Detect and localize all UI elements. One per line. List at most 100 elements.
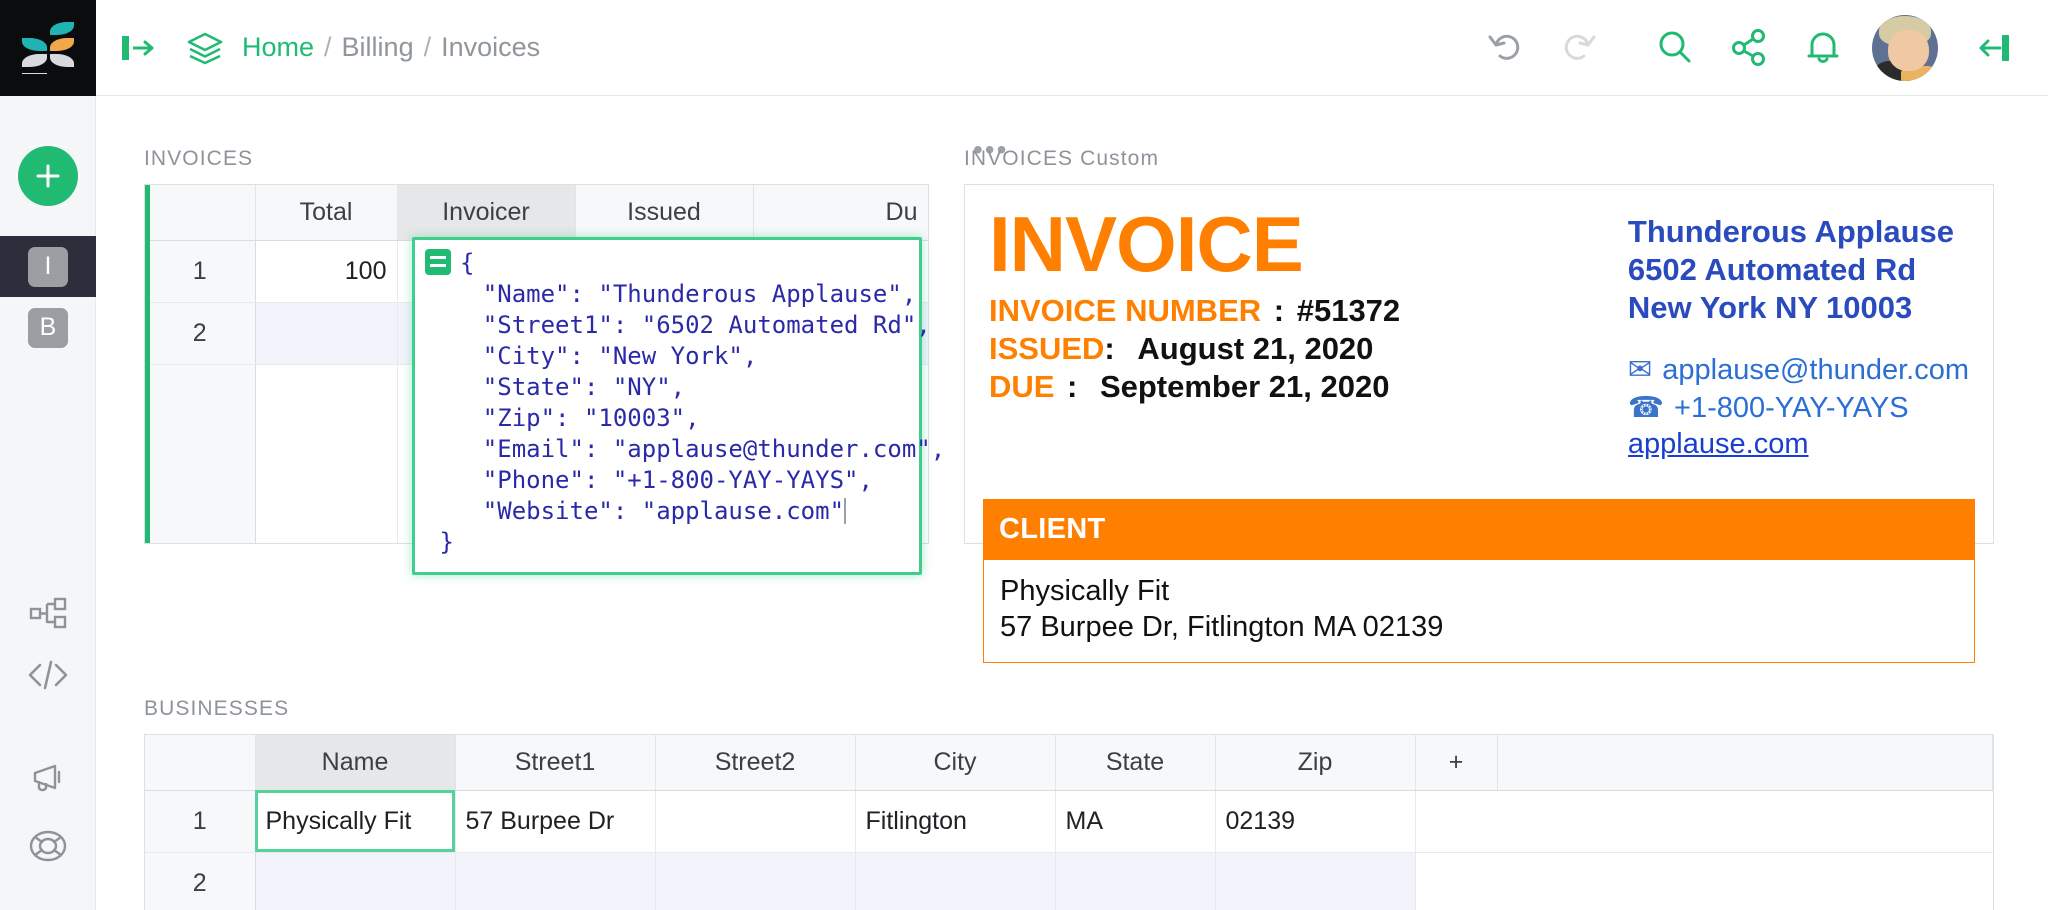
megaphone-icon[interactable]: [0, 761, 96, 795]
businesses-row-2-state[interactable]: [1055, 852, 1215, 910]
invoice-preview-card: INVOICE INVOICE NUMBER : #51372 ISSUED: …: [964, 184, 1994, 544]
invoice-issued-label: ISSUED: [989, 330, 1104, 368]
invoice-phone: +1-800-YAY-YAYS: [1674, 392, 1909, 424]
businesses-col-rownum[interactable]: [145, 735, 255, 790]
rail-item-invoices-label: I: [28, 247, 68, 287]
breadcrumb-separator-2: /: [424, 32, 432, 63]
invoice-website-line: applause.com: [1628, 428, 1969, 461]
businesses-col-state[interactable]: State: [1055, 735, 1215, 790]
collapse-left-icon[interactable]: [1956, 16, 2030, 80]
json-body[interactable]: "Name": "Thunderous Applause", "Street1"…: [425, 280, 945, 525]
top-bar: Home / Billing / Invoices: [0, 0, 2048, 96]
left-rail: I B: [0, 96, 96, 910]
add-button[interactable]: [18, 146, 78, 206]
text-caret: [844, 498, 846, 524]
businesses-row-2-city[interactable]: [855, 852, 1055, 910]
sign-in-icon[interactable]: [118, 28, 160, 68]
invoice-phone-line: ☎ +1-800-YAY-YAYS: [1628, 390, 1969, 428]
businesses-col-city[interactable]: City: [855, 735, 1055, 790]
invoices-row-1-total[interactable]: 100: [255, 240, 397, 302]
invoice-due-value: September 21, 2020: [1100, 369, 1390, 404]
invoice-due-label: DUE: [989, 368, 1067, 406]
invoice-business-street: 6502 Automated Rd: [1628, 251, 1969, 289]
businesses-row-1-zip[interactable]: 02139: [1215, 790, 1415, 852]
businesses-row-1-num: 1: [145, 790, 255, 852]
json-cell-editor[interactable]: { "Name": "Thunderous Applause", "Street…: [412, 237, 922, 575]
json-open-brace: {: [460, 249, 474, 277]
businesses-row-1-city[interactable]: Fitlington: [855, 790, 1055, 852]
invoice-email: applause@thunder.com: [1662, 354, 1969, 386]
invoices-col-issued[interactable]: Issued: [575, 185, 753, 240]
logo-leaf-grid: [22, 22, 74, 74]
redo-icon[interactable]: [1542, 16, 1616, 80]
businesses-row-1-add: [1415, 790, 1497, 852]
rail-item-invoices[interactable]: I: [0, 236, 96, 297]
app-logo[interactable]: [0, 0, 96, 96]
avatar[interactable]: [1872, 15, 1938, 81]
invoice-header: INVOICE INVOICE NUMBER : #51372 ISSUED: …: [965, 185, 1993, 461]
drag-handle-icon[interactable]: [425, 249, 451, 275]
businesses-grid[interactable]: Name Street1 Street2 City State Zip + 1 …: [144, 734, 1994, 910]
invoices-grid-accent: [145, 185, 150, 543]
businesses-col-spacer: [1497, 735, 1993, 790]
table-row[interactable]: 1 Physically Fit 57 Burpee Dr Fitlington…: [145, 790, 1993, 852]
panel-title-invoices-custom: INVOICES Custom: [964, 147, 1159, 171]
breadcrumb-billing[interactable]: Billing: [342, 32, 414, 63]
businesses-row-1-name[interactable]: Physically Fit: [255, 790, 455, 852]
invoices-row-1-num: 1: [145, 240, 255, 302]
invoice-due-line: DUE: September 21, 2020: [989, 368, 1628, 406]
breadcrumb-separator-1: /: [324, 32, 332, 63]
invoice-client-box: Physically Fit 57 Burpee Dr, Fitlington …: [983, 560, 1975, 663]
businesses-col-street1[interactable]: Street1: [455, 735, 655, 790]
invoice-due-colon: :: [1067, 369, 1077, 404]
businesses-row-2-add: [1415, 852, 1497, 910]
breadcrumb-home[interactable]: Home: [242, 32, 314, 63]
invoice-business-citystatezip: New York NY 10003: [1628, 289, 1969, 327]
businesses-col-zip[interactable]: Zip: [1215, 735, 1415, 790]
rail-item-businesses[interactable]: B: [0, 297, 96, 358]
layers-icon[interactable]: [182, 28, 228, 68]
invoice-header-right: Thunderous Applause 6502 Automated Rd Ne…: [1628, 207, 1969, 461]
invoice-number-colon: :: [1274, 293, 1284, 328]
invoice-issued-line: ISSUED: August 21, 2020: [989, 330, 1628, 368]
table-row[interactable]: 2: [145, 852, 1993, 910]
businesses-table: Name Street1 Street2 City State Zip + 1 …: [145, 735, 1993, 910]
businesses-row-1-street2[interactable]: [655, 790, 855, 852]
invoice-title: INVOICE: [989, 207, 1628, 282]
canvas: INVOICES ••• Total Invoicer Issued Du 1 …: [96, 96, 2048, 910]
businesses-row-2-spacer: [1497, 852, 1993, 910]
businesses-row-2-zip[interactable]: [1215, 852, 1415, 910]
invoices-row-2-total[interactable]: [255, 302, 397, 364]
invoice-issued-colon: :: [1104, 331, 1114, 366]
businesses-row-2-name[interactable]: [255, 852, 455, 910]
invoices-header-row: Total Invoicer Issued Du: [145, 185, 929, 240]
schema-icon[interactable]: [0, 596, 96, 630]
phone-icon: ☎: [1628, 392, 1664, 424]
businesses-col-name[interactable]: Name: [255, 735, 455, 790]
plus-icon: [33, 161, 63, 191]
json-close-brace: }: [439, 528, 453, 556]
invoice-client-name: Physically Fit: [1000, 573, 1958, 610]
businesses-row-1-street1[interactable]: 57 Burpee Dr: [455, 790, 655, 852]
panel-title-invoices: INVOICES: [144, 147, 253, 171]
invoices-col-invoicer[interactable]: Invoicer: [397, 185, 575, 240]
invoices-col-rownum[interactable]: [145, 185, 255, 240]
invoice-number-value: #51372: [1297, 293, 1400, 328]
invoices-col-total[interactable]: Total: [255, 185, 397, 240]
businesses-row-2-street2[interactable]: [655, 852, 855, 910]
bell-icon[interactable]: [1786, 16, 1860, 80]
lifebuoy-icon[interactable]: [0, 826, 96, 866]
businesses-col-street2[interactable]: Street2: [655, 735, 855, 790]
breadcrumb-invoices[interactable]: Invoices: [441, 32, 540, 63]
businesses-row-2-street1[interactable]: [455, 852, 655, 910]
businesses-col-add-field[interactable]: +: [1415, 735, 1497, 790]
rail-item-businesses-label: B: [28, 308, 68, 348]
share-icon[interactable]: [1712, 16, 1786, 80]
invoice-website[interactable]: applause.com: [1628, 428, 1809, 460]
undo-icon[interactable]: [1468, 16, 1542, 80]
search-icon[interactable]: [1638, 16, 1712, 80]
top-bar-left: Home / Billing / Invoices: [96, 28, 540, 68]
businesses-row-1-state[interactable]: MA: [1055, 790, 1215, 852]
invoices-col-due[interactable]: Du: [753, 185, 929, 240]
code-icon[interactable]: [0, 659, 96, 691]
